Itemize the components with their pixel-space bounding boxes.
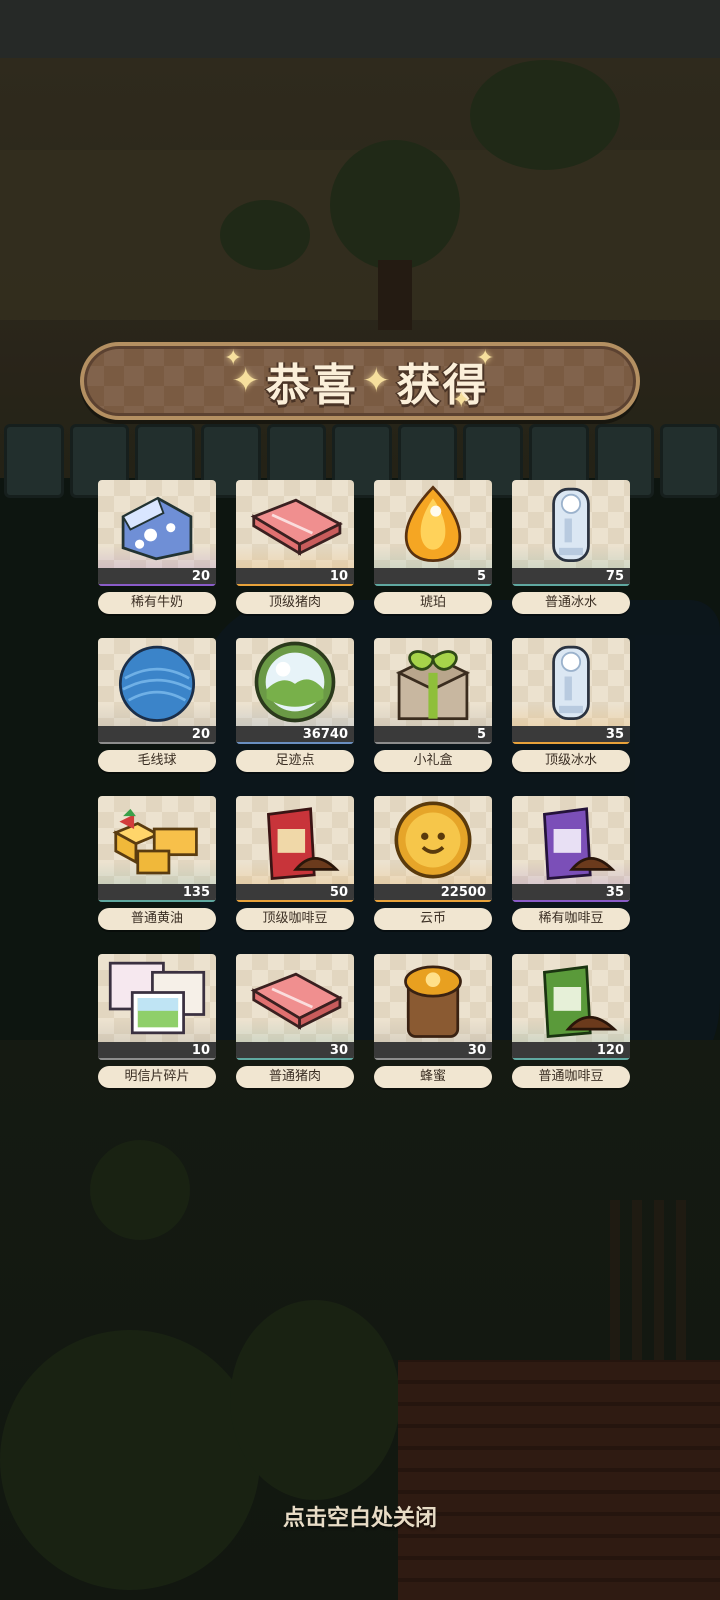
reward-card: 50 xyxy=(236,796,354,902)
sparkle-icon: ✦ xyxy=(476,346,495,371)
rarity-stripe xyxy=(374,1058,492,1060)
banner-title: ✦ 恭喜 ✦ 获得 xyxy=(232,349,489,413)
reward-card: 5 xyxy=(374,480,492,586)
reward-card: 30 xyxy=(236,954,354,1060)
reward-item[interactable]: 30 普通猪肉 xyxy=(236,954,354,1092)
banner-title-part2: 获得 xyxy=(396,360,489,411)
reward-item[interactable]: 35 顶级冰水 xyxy=(512,638,630,776)
cloud-coin-icon xyxy=(394,801,472,879)
item-name: 顶级猪肉 xyxy=(236,592,354,614)
item-name: 云币 xyxy=(374,908,492,930)
rarity-stripe xyxy=(374,900,492,902)
item-name: 小礼盒 xyxy=(374,750,492,772)
item-name: 稀有咖啡豆 xyxy=(512,908,630,930)
sparkle-icon: ✦ xyxy=(362,361,393,401)
yarn-ball-icon xyxy=(118,645,196,722)
rarity-stripe xyxy=(374,584,492,586)
reward-card: 10 xyxy=(236,480,354,586)
reward-card: 35 xyxy=(512,796,630,902)
reward-card: 10 xyxy=(98,954,216,1060)
item-name: 普通猪肉 xyxy=(236,1066,354,1088)
reward-card: 120 xyxy=(512,954,630,1060)
rarity-stripe xyxy=(374,742,492,744)
reward-card: 75 xyxy=(512,480,630,586)
reward-item[interactable]: 5 琥珀 xyxy=(374,480,492,618)
reward-card: 30 xyxy=(374,954,492,1060)
banner-title-part1: 恭喜 xyxy=(266,360,358,411)
rarity-stripe xyxy=(512,584,630,586)
rarity-stripe xyxy=(98,742,216,744)
postcard-icon xyxy=(108,961,206,1035)
milk-carton-icon xyxy=(121,496,193,561)
item-name: 毛线球 xyxy=(98,750,216,772)
reward-card: 5 xyxy=(374,638,492,744)
reward-card: 36740 xyxy=(236,638,354,744)
coffee-bag-red-icon xyxy=(266,807,340,880)
reward-item[interactable]: 5 小礼盒 xyxy=(374,638,492,776)
item-name: 琥珀 xyxy=(374,592,492,614)
item-name: 顶级咖啡豆 xyxy=(236,908,354,930)
ice-water-bottle-icon xyxy=(552,645,590,721)
pork-slab-icon xyxy=(250,972,343,1030)
reward-card: 135 xyxy=(98,796,216,902)
coffee-bag-green-icon xyxy=(542,965,618,1038)
rarity-stripe xyxy=(98,900,216,902)
rarity-stripe xyxy=(98,584,216,586)
sparkle-icon: ✦ xyxy=(224,346,243,371)
item-name: 普通咖啡豆 xyxy=(512,1066,630,1088)
rarity-stripe xyxy=(512,742,630,744)
reward-item[interactable]: 22500 云币 xyxy=(374,796,492,934)
rarity-stripe xyxy=(236,584,354,586)
item-name: 明信片碎片 xyxy=(98,1066,216,1088)
item-name: 顶级冰水 xyxy=(512,750,630,772)
footprint-orb-icon xyxy=(254,641,336,723)
reward-item[interactable]: 135 普通黄油 xyxy=(98,796,216,934)
reward-item[interactable]: 120 普通咖啡豆 xyxy=(512,954,630,1092)
reward-item[interactable]: 10 顶级猪肉 xyxy=(236,480,354,618)
reward-item[interactable]: 36740 足迹点 xyxy=(236,638,354,776)
reward-item[interactable]: 75 普通冰水 xyxy=(512,480,630,618)
reward-banner: ✦ 恭喜 ✦ 获得 ✦ ✦ ✦ xyxy=(80,342,640,420)
reward-card: 22500 xyxy=(374,796,492,902)
coffee-bag-purple-icon xyxy=(542,807,616,880)
reward-item[interactable]: 20 稀有牛奶 xyxy=(98,480,216,618)
butter-blocks-icon xyxy=(112,808,198,875)
reward-card: 20 xyxy=(98,638,216,744)
gift-box-icon xyxy=(395,650,471,721)
item-name: 普通黄油 xyxy=(98,908,216,930)
item-name: 稀有牛奶 xyxy=(98,592,216,614)
ice-water-bottle-icon xyxy=(552,487,590,563)
reward-item[interactable]: 20 毛线球 xyxy=(98,638,216,776)
reward-grid: 20 稀有牛奶 10 顶级猪肉 5 琥珀 75 普通冰水 20 毛线球 3674… xyxy=(98,480,630,1092)
rarity-stripe xyxy=(236,900,354,902)
reward-card: 20 xyxy=(98,480,216,586)
pork-slab-icon xyxy=(250,498,343,556)
rarity-stripe xyxy=(236,742,354,744)
rarity-stripe xyxy=(236,1058,354,1060)
honey-jar-icon xyxy=(404,965,462,1038)
rarity-stripe xyxy=(512,900,630,902)
sparkle-icon: ✦ xyxy=(452,388,471,413)
item-name: 普通冰水 xyxy=(512,592,630,614)
reward-item[interactable]: 30 蜂蜜 xyxy=(374,954,492,1092)
rarity-stripe xyxy=(512,1058,630,1060)
reward-card: 35 xyxy=(512,638,630,744)
reward-item[interactable]: 35 稀有咖啡豆 xyxy=(512,796,630,934)
reward-item[interactable]: 10 明信片碎片 xyxy=(98,954,216,1092)
amber-gem-icon xyxy=(404,485,462,563)
reward-item[interactable]: 50 顶级咖啡豆 xyxy=(236,796,354,934)
item-name: 足迹点 xyxy=(236,750,354,772)
rarity-stripe xyxy=(98,1058,216,1060)
close-hint[interactable]: 点击空白处关闭 xyxy=(0,1500,720,1532)
item-name: 蜂蜜 xyxy=(374,1066,492,1088)
